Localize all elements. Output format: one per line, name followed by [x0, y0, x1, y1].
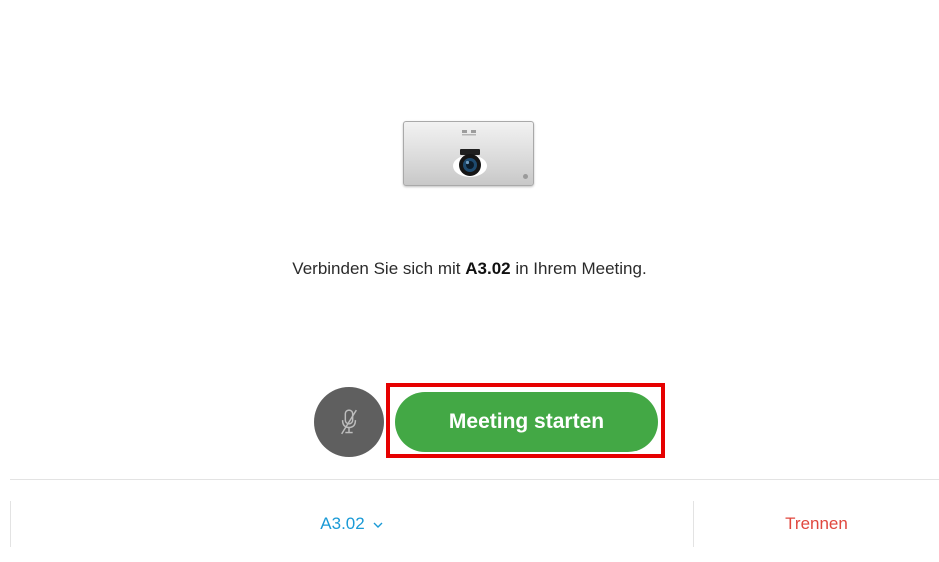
meeting-connect-panel: Verbinden Sie sich mit A3.02 in Ihrem Me…	[0, 0, 939, 562]
device-selector-label: A3.02	[320, 514, 365, 533]
video-device-icon	[403, 121, 534, 186]
camera-lens-icon	[453, 149, 487, 177]
device-logo-mark	[462, 130, 476, 136]
mute-microphone-button[interactable]	[314, 387, 384, 457]
connect-message: Verbinden Sie sich mit A3.02 in Ihrem Me…	[0, 258, 939, 280]
chevron-down-icon	[373, 522, 383, 528]
connect-message-prefix: Verbinden Sie sich mit	[292, 259, 461, 278]
start-meeting-button[interactable]: Meeting starten	[395, 392, 658, 452]
connect-message-suffix: in Ihrem Meeting.	[515, 259, 647, 278]
device-led	[523, 174, 528, 179]
footer-divider	[10, 479, 939, 480]
disconnect-button[interactable]: Trennen	[694, 501, 939, 547]
device-selector[interactable]: A3.02	[10, 501, 693, 547]
room-name: A3.02	[465, 259, 511, 278]
microphone-muted-icon	[341, 409, 357, 435]
